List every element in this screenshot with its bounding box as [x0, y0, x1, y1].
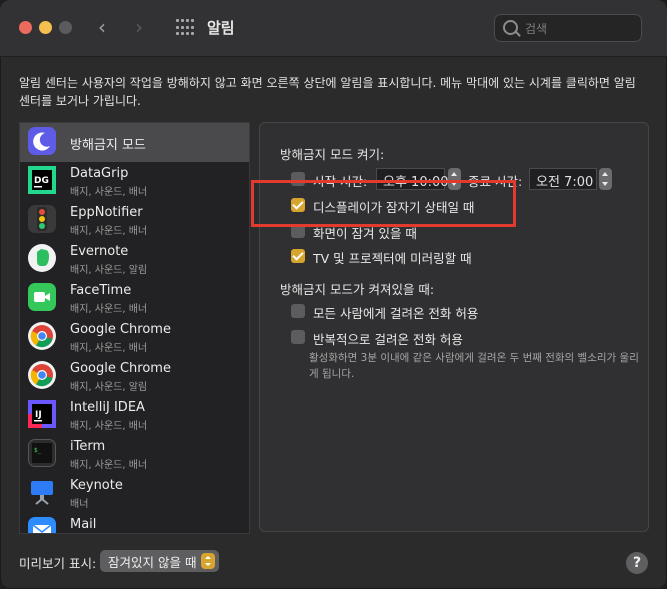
chrome-icon	[28, 322, 56, 350]
app-name: DataGrip	[70, 166, 129, 181]
app-alert-style: 배지, 사운드, 알림	[70, 265, 148, 276]
description-text: 알림 센터는 사용자의 작업을 방해하지 않고 화면 오른쪽 상단에 알림을 표…	[19, 76, 636, 108]
svg-text:IJ: IJ	[35, 410, 42, 420]
app-name: IntelliJ IDEA	[70, 400, 145, 415]
allow-all-calls-label: 모든 사람에게 걸려온 전화 허용	[313, 306, 479, 321]
search-input[interactable]	[523, 18, 637, 40]
app-alert-style: 배지, 사운드, 배너	[70, 304, 148, 315]
list-item[interactable]: EppNotifier 배지, 사운드, 배너	[20, 201, 249, 240]
zoom-button[interactable]	[59, 21, 72, 34]
moon-icon	[28, 127, 56, 155]
help-button[interactable]: ?	[626, 552, 648, 574]
app-alert-style: 배지, 사운드, 배너	[70, 226, 148, 237]
datagrip-icon: DG	[28, 166, 56, 194]
notifications-window: ‹ › 알림 알림 센터는 사용자의 작업을 방해하지 않고 화면 오른쪽 상단…	[0, 0, 667, 589]
list-item[interactable]: $_ iTerm 배지, 사운드, 배너	[20, 435, 249, 474]
window-title: 알림	[207, 19, 235, 37]
mirroring-checkbox[interactable]	[291, 249, 305, 263]
app-name: Evernote	[70, 244, 129, 259]
svg-text:DG: DG	[34, 176, 49, 186]
list-item[interactable]: IJ IntelliJ IDEA 배지, 사운드, 배너	[20, 396, 249, 435]
list-item[interactable]: Evernote 배지, 사운드, 알림	[20, 240, 249, 279]
app-name: Mail	[70, 517, 97, 532]
app-list[interactable]: 방해금지 모드 DG DataGrip 배지, 사운드, 배너 EppNotif…	[19, 122, 250, 534]
allow-repeated-calls-label: 반복적으로 걸려온 전화 허용	[313, 332, 463, 347]
list-item[interactable]: Keynote 배너	[20, 474, 249, 513]
app-alert-style: 배지, 사운드, 배너	[70, 343, 148, 354]
keynote-icon	[28, 478, 56, 506]
intellij-icon: IJ	[28, 400, 56, 428]
list-item[interactable]: Google Chrome 배지, 사운드, 알림	[20, 357, 249, 396]
dnd-section-title: 방해금지 모드 켜기:	[280, 147, 385, 162]
evernote-icon	[28, 244, 56, 272]
back-icon[interactable]: ‹	[98, 14, 106, 40]
allow-repeated-calls-checkbox[interactable]	[291, 330, 305, 344]
mail-icon	[28, 517, 56, 533]
list-item[interactable]: Google Chrome 배지, 사운드, 배너	[20, 318, 249, 357]
popup-arrows-icon	[201, 553, 215, 569]
titlebar: ‹ › 알림	[0, 0, 667, 57]
show-all-grid-icon[interactable]	[176, 19, 194, 37]
app-alert-style: 배지, 사운드, 배너	[70, 187, 148, 198]
app-name: EppNotifier	[70, 205, 143, 220]
app-name: FaceTime	[70, 283, 132, 298]
iterm-icon: $_	[28, 439, 56, 467]
end-time-stepper[interactable]	[599, 168, 612, 190]
list-item[interactable]: Mail	[20, 513, 249, 533]
app-name: Google Chrome	[70, 361, 171, 376]
preview-popup-button[interactable]: 잠겨있지 않을 때	[100, 550, 219, 572]
mirroring-label: TV 및 프로젝터에 미러링할 때	[313, 251, 472, 266]
list-item[interactable]: FaceTime 배지, 사운드, 배너	[20, 279, 249, 318]
app-alert-style: 배지, 사운드, 배너	[70, 460, 148, 471]
forward-icon[interactable]: ›	[135, 14, 143, 40]
app-alert-style: 배너	[70, 499, 89, 510]
when-on-section-title: 방해금지 모드가 켜져있을 때:	[280, 282, 435, 297]
close-button[interactable]	[19, 21, 32, 34]
preview-popup-value: 잠겨있지 않을 때	[108, 555, 197, 570]
minimize-button[interactable]	[39, 21, 52, 34]
end-time-field[interactable]: 오전 7:00	[529, 168, 597, 190]
preview-label: 미리보기 표시:	[19, 556, 97, 571]
svg-text:$_: $_	[34, 447, 42, 454]
search-field[interactable]	[494, 14, 642, 42]
app-name: Google Chrome	[70, 322, 171, 337]
traffic-light-icon	[28, 205, 56, 233]
allow-all-calls-checkbox[interactable]	[291, 304, 305, 318]
app-name: 방해금지 모드	[70, 138, 146, 153]
list-item-dnd[interactable]: 방해금지 모드	[20, 123, 249, 162]
annotation-highlight-box	[251, 180, 516, 227]
chrome-icon	[28, 361, 56, 389]
search-icon	[503, 20, 518, 35]
app-name: iTerm	[70, 439, 106, 454]
repeated-calls-note: 활성화하면 3분 이내에 같은 사람에게 걸려온 두 번째 전화의 벨소리가 울…	[309, 352, 639, 380]
facetime-icon	[28, 283, 56, 311]
app-name: Keynote	[70, 478, 123, 493]
app-alert-style: 배지, 사운드, 알림	[70, 382, 148, 393]
app-alert-style: 배지, 사운드, 배너	[70, 421, 148, 432]
list-item[interactable]: DG DataGrip 배지, 사운드, 배너	[20, 162, 249, 201]
